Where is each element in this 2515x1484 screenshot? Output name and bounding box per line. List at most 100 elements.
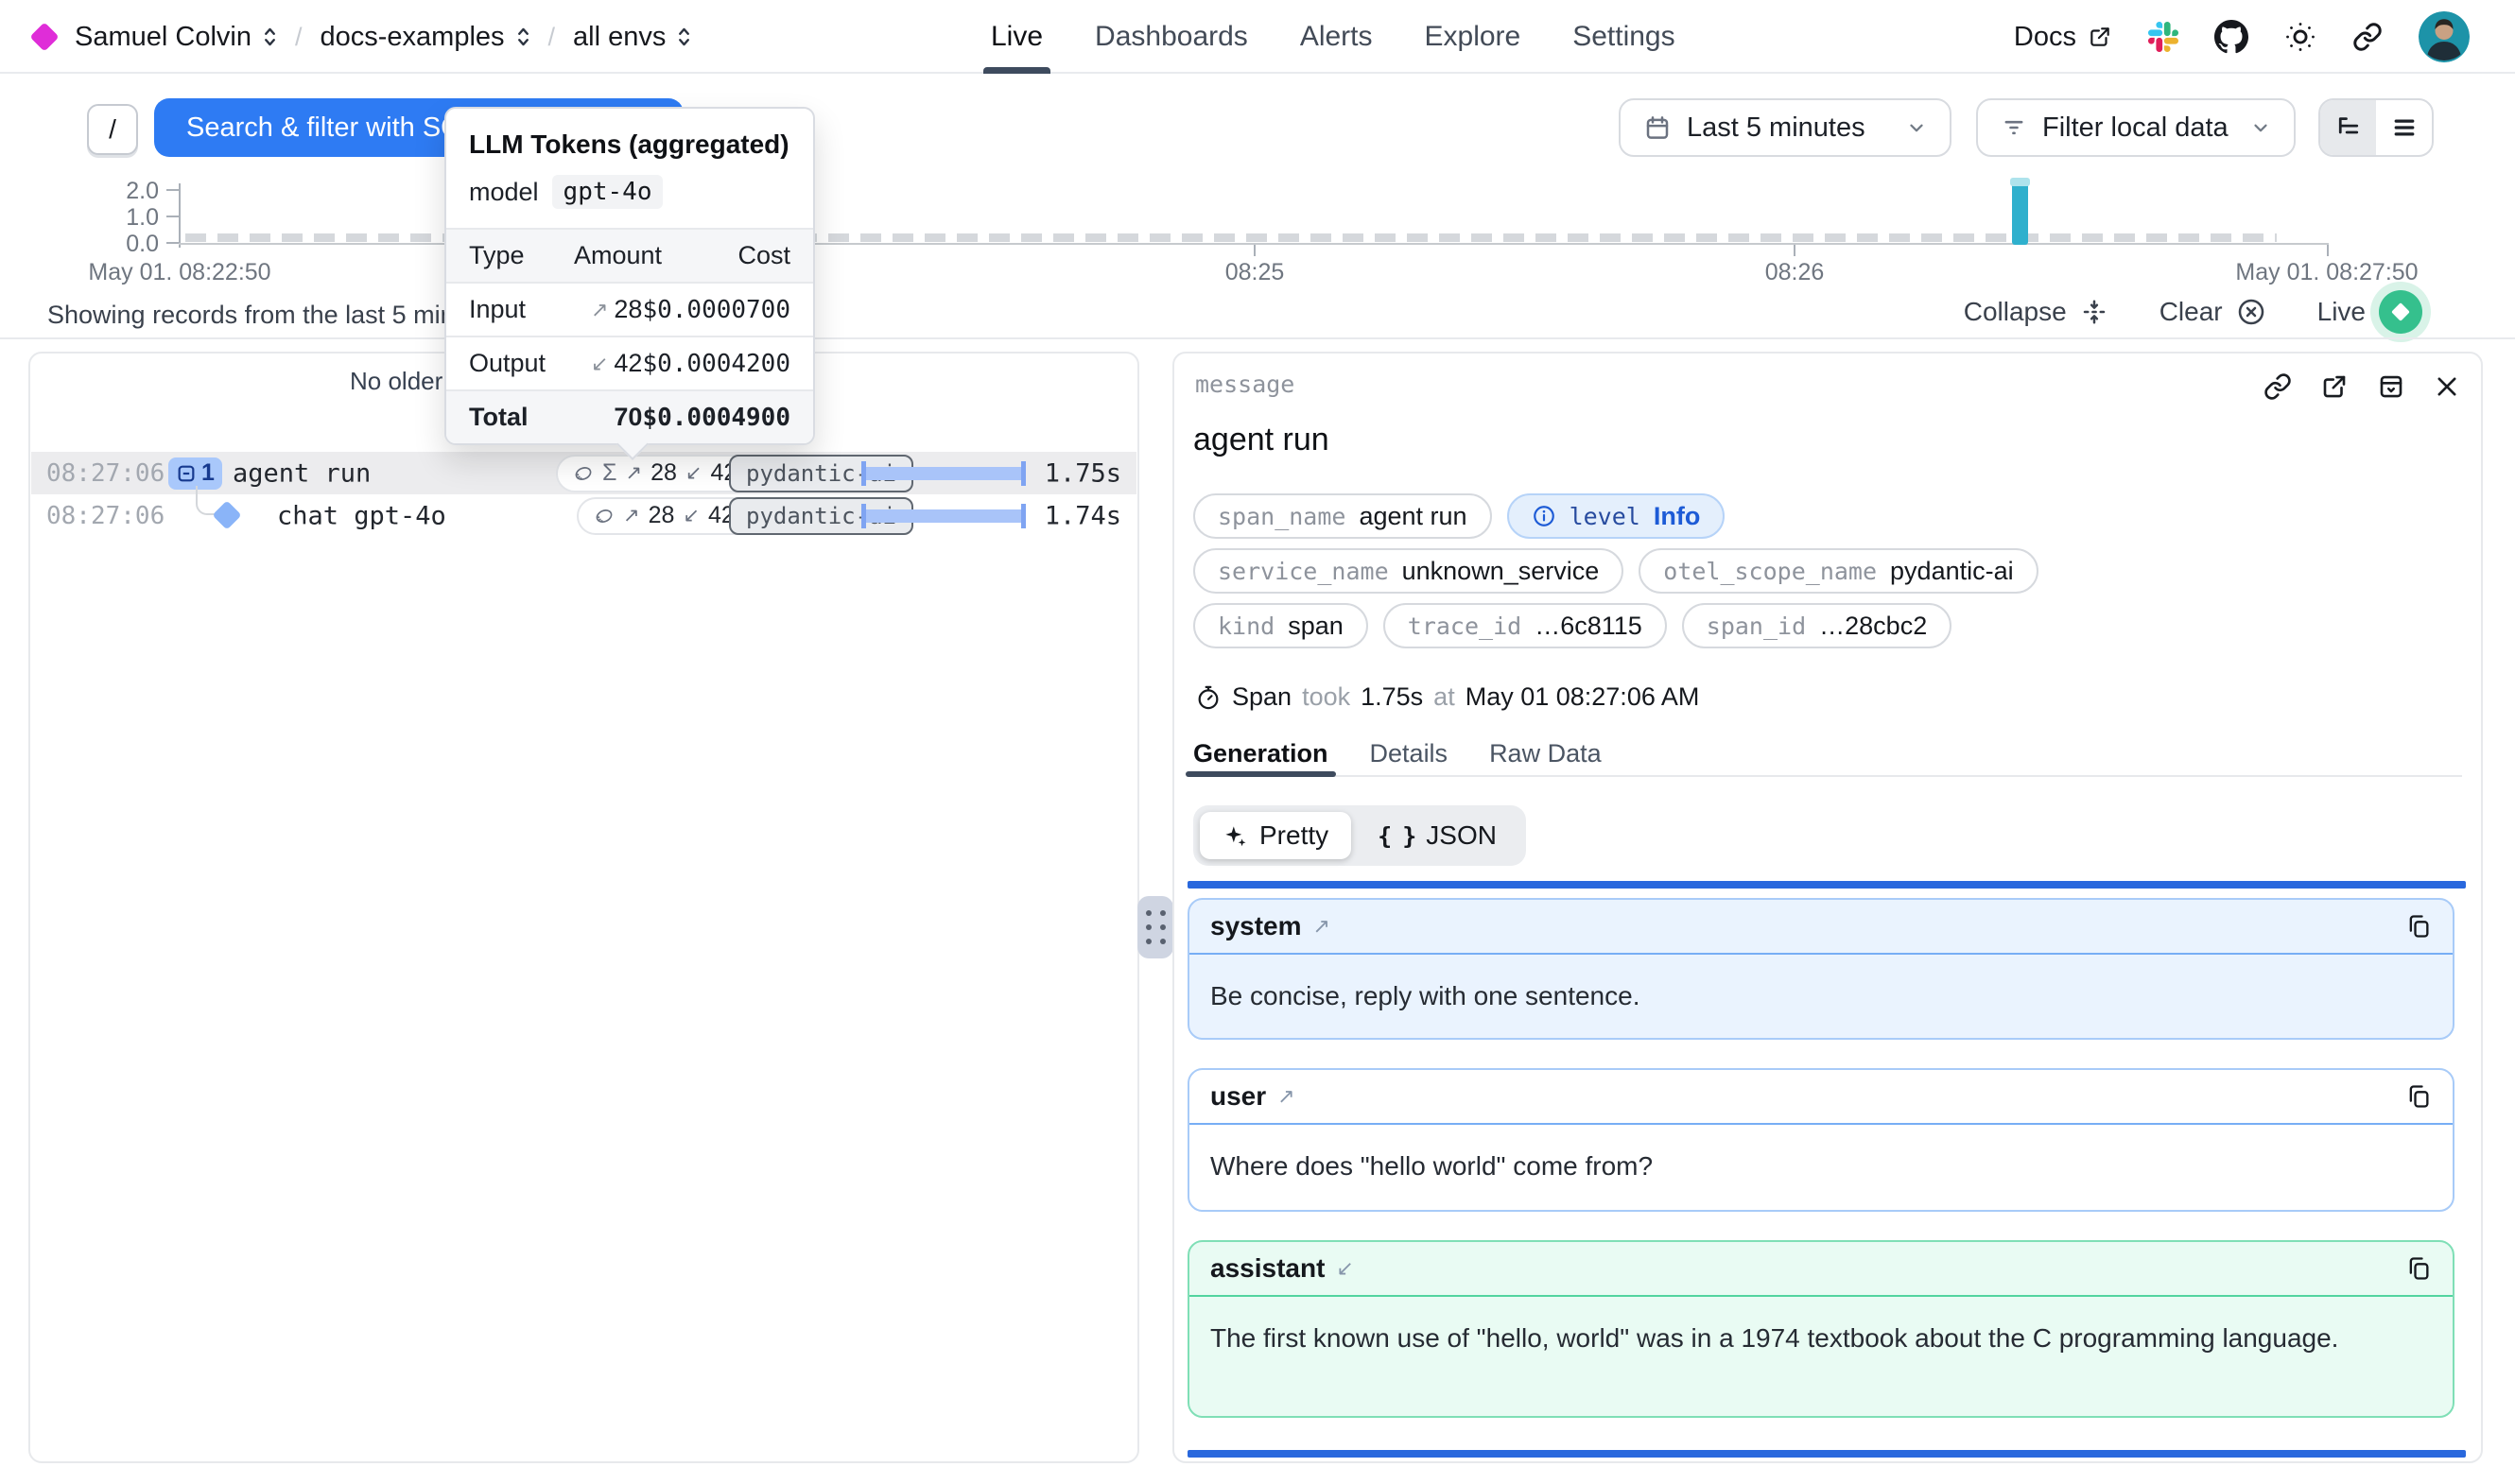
output-arrow: ↙ bbox=[683, 504, 700, 527]
duration-text: 1.74s bbox=[1045, 501, 1121, 530]
time-range-label: Last 5 minutes bbox=[1687, 112, 1865, 144]
tooltip-table-header: Type Amount Cost bbox=[446, 228, 813, 282]
nav-tab-live[interactable]: Live bbox=[991, 0, 1043, 74]
tooltip-row-output: Output ↙42 $0.0004200 bbox=[446, 336, 813, 389]
y-axis-tick: 2.0 bbox=[83, 178, 159, 205]
token-usage-pill[interactable]: Σ ↗ 28 ↙ 42 bbox=[556, 455, 754, 492]
otel-scope-pill[interactable]: otel_scope_name pydantic-ai bbox=[1639, 548, 2038, 594]
slack-icon[interactable] bbox=[2148, 22, 2178, 52]
tab-details[interactable]: Details bbox=[1370, 732, 1448, 775]
tree-view-button[interactable] bbox=[2320, 100, 2376, 155]
theme-sun-icon[interactable] bbox=[2284, 21, 2316, 53]
y-tick-mark bbox=[166, 242, 179, 244]
x-axis-label-end: May 01. 08:27:50 bbox=[2185, 259, 2469, 286]
nav-tab-alerts[interactable]: Alerts bbox=[1300, 0, 1373, 74]
docs-link[interactable]: Docs bbox=[2014, 22, 2112, 53]
pretty-view-button[interactable]: Pretty bbox=[1200, 812, 1351, 859]
nav-tab-dashboards[interactable]: Dashboards bbox=[1095, 0, 1248, 74]
logfire-logo-icon[interactable] bbox=[29, 22, 59, 51]
copy-link-icon[interactable] bbox=[2264, 372, 2292, 401]
org-name: Samuel Colvin bbox=[75, 22, 252, 53]
tooltip-row-input: Input ↗28 $0.0000700 bbox=[446, 282, 813, 336]
panel-resize-handle[interactable] bbox=[1137, 896, 1173, 958]
filter-label: Filter local data bbox=[2042, 112, 2229, 144]
attribute-row: service_name unknown_service otel_scope_… bbox=[1193, 548, 2038, 594]
view-mode-toggle bbox=[2318, 98, 2434, 157]
live-toggle[interactable]: Live bbox=[2317, 290, 2422, 334]
trace-list-panel: No older records 08:27:06 1 agent run Σ … bbox=[28, 352, 1139, 1463]
kind-pill[interactable]: kind span bbox=[1193, 603, 1368, 648]
records-controls: Collapse Clear Live bbox=[1964, 289, 2422, 335]
logfire-app: Samuel Colvin / docs-examples / all envs… bbox=[0, 0, 2515, 1484]
copy-icon[interactable] bbox=[2405, 913, 2432, 940]
x-axis-label: 08:25 bbox=[1113, 259, 1396, 286]
info-circle-icon bbox=[1532, 504, 1556, 528]
x-tick-mark bbox=[1254, 245, 1256, 256]
token-coin-icon bbox=[594, 506, 615, 526]
span-name: chat gpt-4o bbox=[277, 501, 446, 530]
span-id-pill[interactable]: span_id …28cbc2 bbox=[1682, 603, 1951, 648]
tab-generation[interactable]: Generation bbox=[1193, 732, 1328, 775]
json-view-button[interactable]: { } JSON bbox=[1355, 812, 1519, 859]
close-icon[interactable] bbox=[2434, 373, 2460, 400]
org-selector[interactable]: Samuel Colvin bbox=[75, 22, 277, 53]
chevron-updown-icon bbox=[263, 26, 277, 48]
user-avatar[interactable] bbox=[2419, 11, 2470, 62]
trace-row-chat-gpt4o[interactable]: 08:27:06 chat gpt-4o ↗ 28 ↙ 42 pydantic-… bbox=[31, 494, 1136, 537]
nav-tab-explore[interactable]: Explore bbox=[1425, 0, 1521, 74]
tab-raw-data[interactable]: Raw Data bbox=[1489, 732, 1602, 775]
detail-panel-actions bbox=[2264, 372, 2460, 401]
row-timestamp: 08:27:06 bbox=[46, 459, 165, 488]
message-header: user ↗ bbox=[1189, 1070, 2453, 1125]
llm-tokens-tooltip: LLM Tokens (aggregated) model gpt-4o Typ… bbox=[444, 107, 815, 445]
histogram-bar[interactable] bbox=[2012, 182, 2028, 245]
trace-id-pill[interactable]: trace_id …6c8115 bbox=[1383, 603, 1667, 648]
env-selector[interactable]: all envs bbox=[573, 22, 691, 53]
message-role: user bbox=[1210, 1081, 1266, 1112]
grip-dots-icon bbox=[1146, 910, 1166, 944]
project-selector[interactable]: docs-examples bbox=[321, 22, 530, 53]
token-usage-pill[interactable]: ↗ 28 ↙ 42 bbox=[577, 497, 752, 535]
copy-icon[interactable] bbox=[2405, 1255, 2432, 1282]
header-actions: Docs bbox=[2014, 0, 2470, 74]
collapse-children-badge[interactable]: 1 bbox=[168, 457, 222, 490]
x-axis-label: 08:26 bbox=[1653, 259, 1936, 286]
breadcrumb-separator: / bbox=[548, 23, 556, 52]
list-view-button[interactable] bbox=[2376, 100, 2432, 155]
nav-tab-settings[interactable]: Settings bbox=[1572, 0, 1674, 74]
calendar-icon bbox=[1643, 113, 1672, 142]
copy-icon[interactable] bbox=[2405, 1083, 2432, 1110]
output-arrow: ↙ bbox=[591, 352, 608, 376]
chevron-down-icon bbox=[2250, 117, 2271, 138]
service-name-pill[interactable]: service_name unknown_service bbox=[1193, 548, 1623, 594]
collapse-icon bbox=[2080, 298, 2108, 326]
clear-circle-x-icon bbox=[2236, 297, 2266, 327]
message-header: assistant ↙ bbox=[1189, 1242, 2453, 1297]
detail-tabs: Generation Details Raw Data bbox=[1193, 732, 2462, 777]
token-coin-icon bbox=[573, 463, 594, 484]
message-text: Be concise, reply with one sentence. bbox=[1189, 955, 2453, 1038]
slash-shortcut-key[interactable]: / bbox=[87, 104, 138, 155]
dock-panel-icon[interactable] bbox=[2377, 372, 2405, 401]
time-range-dropdown[interactable]: Last 5 minutes bbox=[1619, 98, 1951, 157]
message-header: system ↗ bbox=[1189, 900, 2453, 955]
span-name: agent run bbox=[233, 458, 371, 488]
collapse-button[interactable]: Collapse bbox=[1964, 297, 2108, 327]
github-icon[interactable] bbox=[2214, 20, 2248, 54]
scroll-indicator-top bbox=[1188, 881, 2466, 889]
showing-records-text: Showing records from the last 5 minutes bbox=[47, 301, 503, 330]
message-card-user: user ↗ Where does "hello world" come fro… bbox=[1188, 1068, 2454, 1212]
span-name-pill[interactable]: span_name agent run bbox=[1193, 493, 1492, 539]
clear-button[interactable]: Clear bbox=[2159, 297, 2266, 327]
filter-local-data-dropdown[interactable]: Filter local data bbox=[1976, 98, 2296, 157]
message-role: assistant bbox=[1210, 1253, 1325, 1284]
y-axis-line bbox=[179, 183, 181, 248]
open-external-icon[interactable] bbox=[2320, 372, 2349, 401]
direction-arrow-icon: ↗ bbox=[1277, 1084, 1294, 1109]
y-tick-mark bbox=[166, 216, 179, 217]
span-timing: Span took 1.75s at May 01 08:27:06 AM bbox=[1195, 682, 1699, 712]
level-pill[interactable]: level Info bbox=[1507, 493, 1726, 539]
y-tick-mark bbox=[166, 189, 179, 191]
share-link-icon[interactable] bbox=[2352, 22, 2383, 52]
model-label: model bbox=[469, 178, 539, 207]
